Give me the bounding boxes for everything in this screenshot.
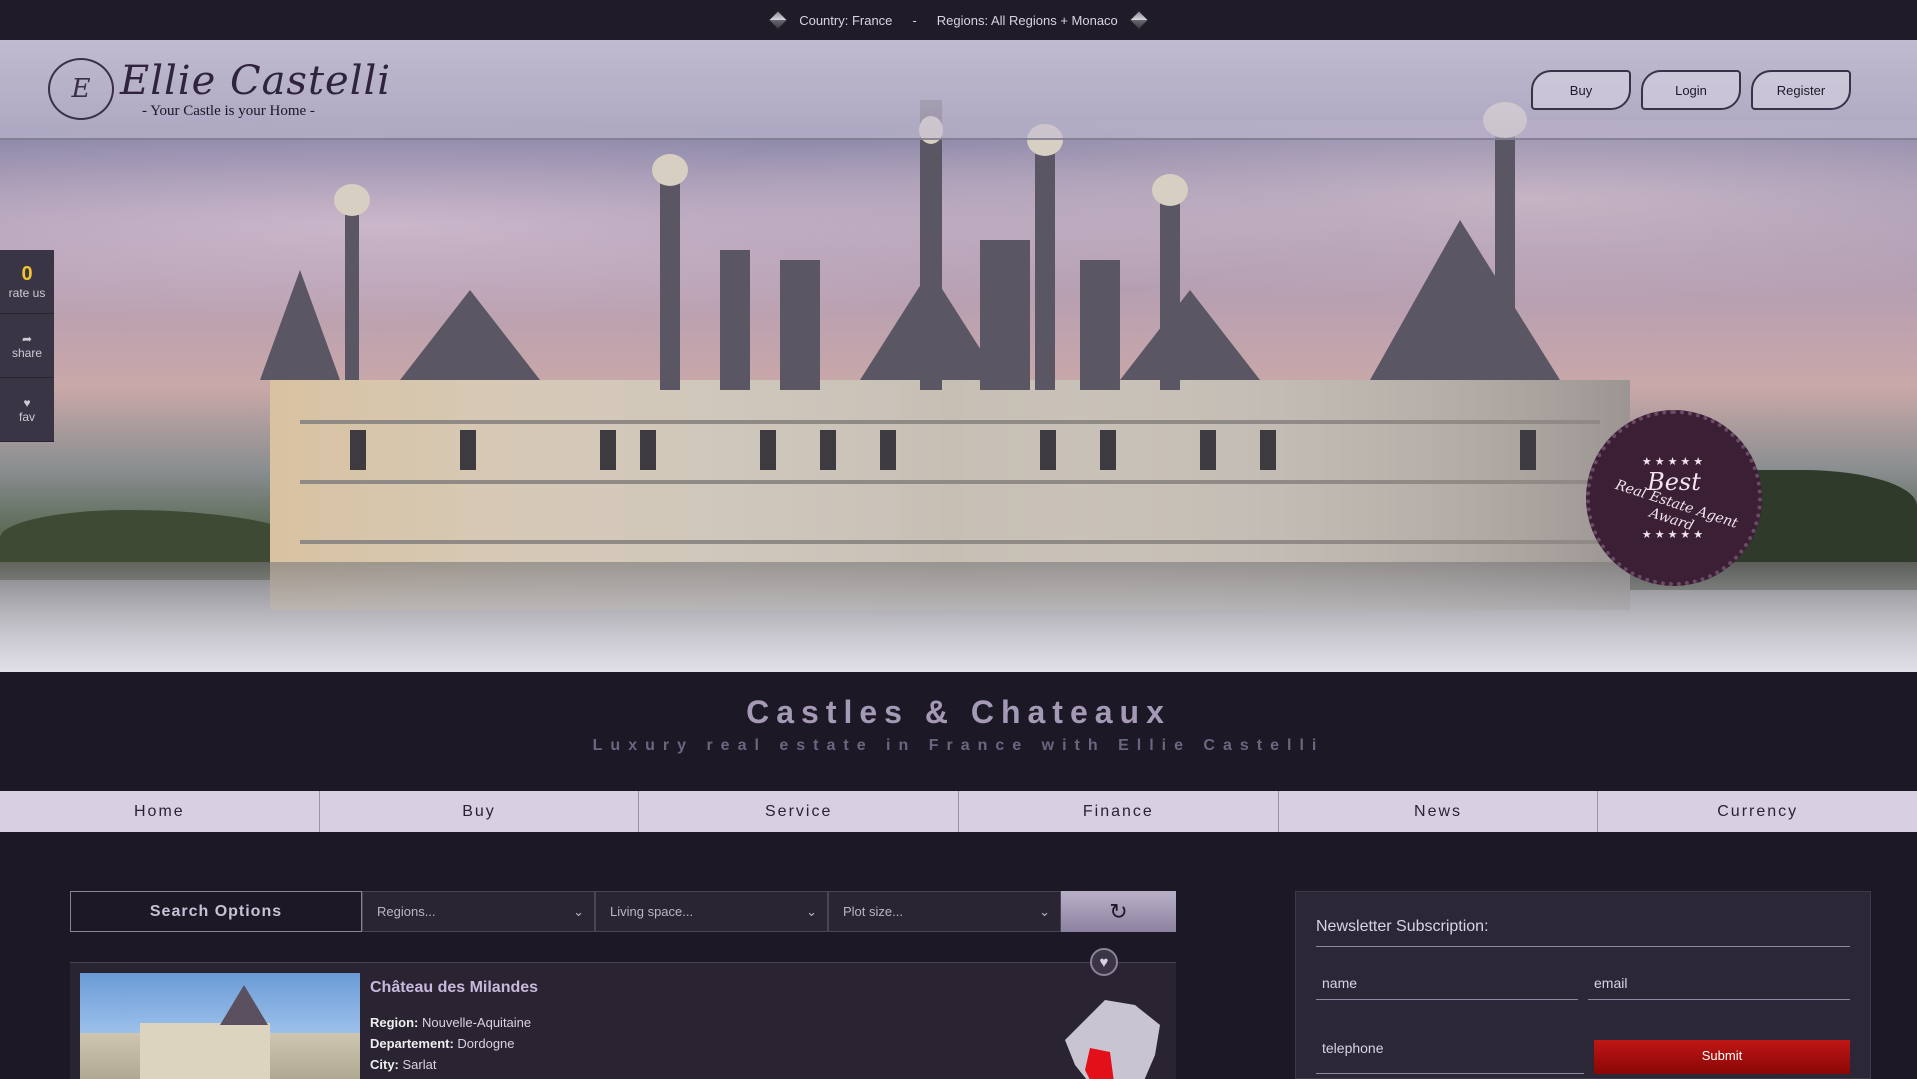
nav-item-service[interactable]: Service (639, 791, 960, 832)
castle-logo-icon: E (48, 58, 114, 120)
country-label[interactable]: Country: France (799, 13, 892, 28)
share-button[interactable]: ➦ share (0, 314, 54, 378)
nav-item-buy[interactable]: Buy (320, 791, 640, 832)
brand-name: Ellie Castelli (120, 57, 392, 104)
property-name[interactable]: Château des Milandes (370, 977, 538, 998)
regions-label[interactable]: Regions: All Regions + Monaco (937, 13, 1118, 28)
property-thumbnail[interactable] (80, 973, 360, 1079)
diamond-icon[interactable] (1128, 10, 1149, 30)
fav-label: fav (18, 409, 35, 424)
city-label: City: (370, 1057, 399, 1072)
search-options-label: Search Options (70, 891, 362, 932)
france-map-icon (1065, 1000, 1160, 1079)
property-city: City: Sarlat (370, 1054, 538, 1075)
reset-search-button[interactable]: ↻ (1061, 891, 1176, 932)
rating-count: 0 (21, 263, 33, 285)
buy-button[interactable]: Buy (1531, 70, 1631, 110)
nav-item-news[interactable]: News (1279, 791, 1599, 832)
property-departement: Departement: Dordogne (370, 1033, 538, 1054)
main-nav: Home Buy Service Finance News Currency (0, 791, 1917, 832)
favorite-heart-icon[interactable]: ♥ (1090, 948, 1118, 976)
city-value: Sarlat (402, 1057, 437, 1072)
submit-button[interactable]: Submit (1594, 1040, 1850, 1074)
chevron-down-icon: ⌄ (806, 903, 817, 919)
newsletter-row: telephone Submit (1316, 1040, 1850, 1074)
brand-tagline: - Your Castle is your Home - (142, 102, 315, 119)
nav-item-finance[interactable]: Finance (959, 791, 1279, 832)
nav-item-currency[interactable]: Currency (1598, 791, 1917, 832)
chateau-roof (220, 985, 268, 1025)
login-button[interactable]: Login (1641, 70, 1741, 110)
departement-value: Dordogne (457, 1036, 515, 1051)
newsletter-title: Newsletter Subscription: (1316, 918, 1850, 947)
heart-icon: ♥ (23, 395, 31, 410)
moat-water (0, 562, 1917, 672)
logo-text: Ellie Castelli - Your Castle is your Hom… (120, 59, 391, 120)
logo[interactable]: E Ellie Castelli - Your Castle is your H… (48, 58, 391, 120)
departement-label: Departement: (370, 1036, 454, 1051)
name-field[interactable]: name (1316, 975, 1578, 1000)
plot-size-select[interactable]: Plot size... ⌄ (828, 891, 1061, 932)
rate-label: rate us (8, 286, 46, 300)
top-location-bar: Country: France - Regions: All Regions +… (0, 0, 1917, 40)
newsletter-row: name email (1316, 975, 1850, 1000)
refresh-icon: ↻ (1109, 898, 1128, 924)
award-stars: ★★★★★ (1641, 456, 1707, 468)
telephone-field[interactable]: telephone (1316, 1040, 1584, 1074)
regions-select[interactable]: Regions... ⌄ (362, 891, 595, 932)
diamond-icon[interactable] (768, 10, 789, 30)
newsletter-panel: Newsletter Subscription: name email tele… (1295, 891, 1871, 1079)
award-badge: ★★★★★ Best Real Estate Agent Award ★★★★★ (1586, 410, 1762, 586)
chevron-down-icon: ⌄ (1039, 903, 1050, 919)
property-region: Region: Nouvelle-Aquitaine (370, 1012, 538, 1033)
share-label: share (11, 345, 43, 360)
nav-item-home[interactable]: Home (0, 791, 320, 832)
side-social-widget: 0 rate us ➦ share ♥ fav (0, 250, 54, 442)
region-label: Region: (370, 1015, 419, 1030)
region-value: Nouvelle-Aquitaine (422, 1015, 532, 1030)
separator: - (912, 12, 917, 28)
regions-select-value: Regions... (377, 904, 436, 919)
page-subtitle: Luxury real estate in France with Ellie … (592, 737, 1325, 754)
title-band: Castles & Chateaux Luxury real estate in… (0, 672, 1917, 790)
fav-button[interactable]: ♥ fav (0, 378, 54, 442)
search-options-bar: Search Options Regions... ⌄ Living space… (70, 891, 1176, 932)
auth-buttons: Buy Login Register (1531, 70, 1851, 110)
rate-us-button[interactable]: 0 rate us (0, 250, 54, 314)
living-space-select-value: Living space... (610, 904, 694, 919)
page-title: Castles & Chateaux (746, 694, 1171, 730)
living-space-select[interactable]: Living space... ⌄ (595, 891, 828, 932)
register-button[interactable]: Register (1751, 70, 1851, 110)
share-icon: ➦ (21, 331, 33, 346)
plot-size-select-value: Plot size... (843, 904, 903, 919)
property-info: Château des Milandes Region: Nouvelle-Aq… (370, 977, 538, 1075)
property-listing-card[interactable]: Château des Milandes Region: Nouvelle-Aq… (70, 962, 1176, 1079)
chateau-walls (140, 1023, 270, 1079)
email-field[interactable]: email (1588, 975, 1850, 1000)
chevron-down-icon: ⌄ (573, 903, 584, 919)
